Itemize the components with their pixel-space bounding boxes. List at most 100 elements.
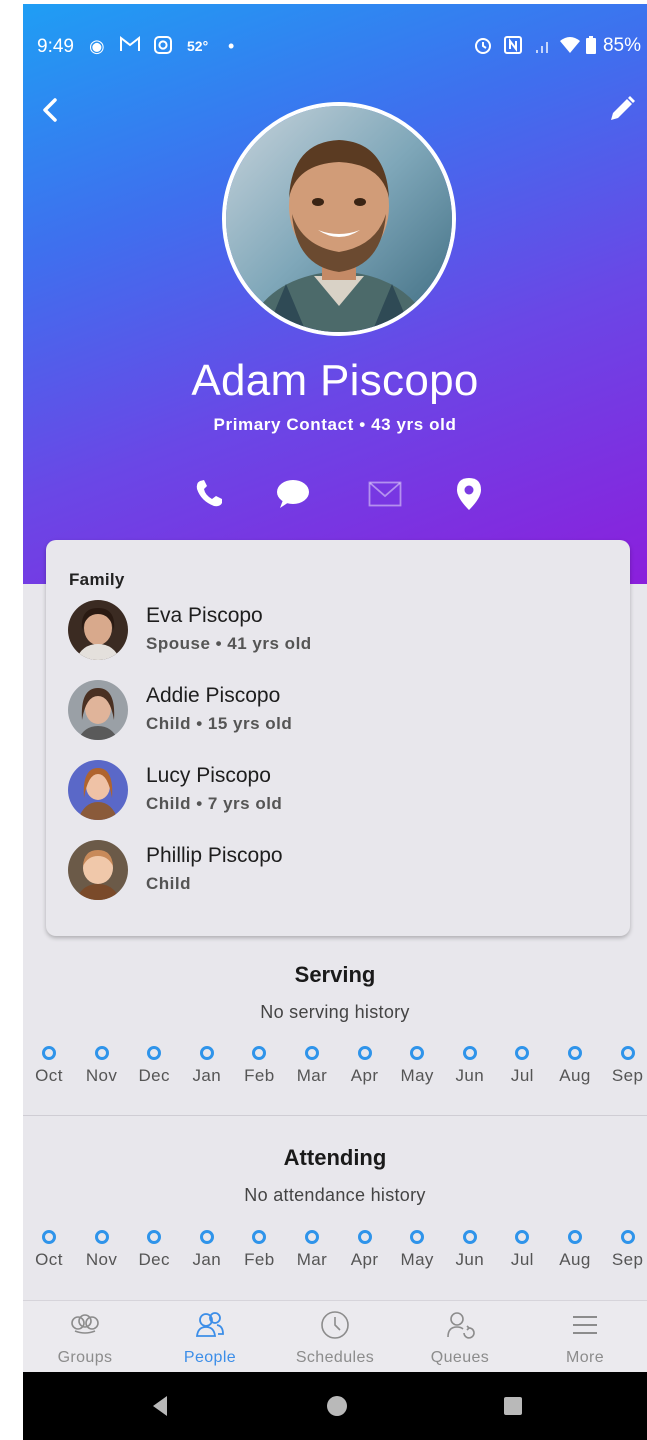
family-member-addie[interactable]: Addie Piscopo Child • 15 yrs old [68, 680, 608, 744]
member-role: Spouse • 41 yrs old [146, 634, 312, 653]
status-bar: 9:49 ◉ 52° • 85% [23, 4, 647, 84]
month-label: Nov [85, 1066, 118, 1085]
alarm-icon [473, 35, 493, 60]
month-mar: Mar [286, 1230, 338, 1270]
nav-label: Queues [430, 1349, 490, 1366]
system-home-button[interactable] [323, 1392, 351, 1420]
month-dec: Dec [128, 1046, 180, 1086]
status-temperature: 52° [187, 38, 209, 54]
serving-empty-text: No serving history [260, 1002, 410, 1022]
contact-actions [23, 472, 647, 516]
nav-people[interactable]: People [148, 1301, 272, 1373]
month-jul: Jul [496, 1230, 548, 1270]
month-apr: Apr [339, 1046, 391, 1086]
month-jun: Jun [444, 1230, 496, 1270]
nav-schedules[interactable]: Schedules [273, 1301, 397, 1373]
month-label: Jul [510, 1250, 534, 1269]
month-label: May [400, 1066, 434, 1085]
month-label: Dec [138, 1250, 170, 1269]
month-label: Oct [35, 1250, 63, 1269]
edit-button[interactable] [605, 92, 639, 126]
member-avatar [68, 680, 128, 740]
chevron-left-icon [43, 98, 57, 122]
family-member-lucy[interactable]: Lucy Piscopo Child • 7 yrs old [68, 760, 608, 824]
month-dec: Dec [128, 1230, 180, 1270]
month-indicator-dot [147, 1230, 162, 1244]
attending-empty-text: No attendance history [244, 1185, 426, 1205]
nav-label: People [183, 1349, 237, 1366]
profile-header: 9:49 ◉ 52° • 85% Adam Piscopo Primary Co… [23, 4, 647, 584]
month-label: Jun [455, 1250, 485, 1269]
month-indicator-dot [252, 1230, 267, 1244]
month-nov: Nov [76, 1230, 128, 1270]
family-member-eva[interactable]: Eva Piscopo Spouse • 41 yrs old [68, 600, 608, 664]
month-apr: Apr [339, 1230, 391, 1270]
month-label: Oct [35, 1066, 63, 1085]
member-avatar [68, 840, 128, 900]
month-label: Nov [85, 1250, 118, 1269]
system-back-button[interactable] [147, 1392, 175, 1420]
month-aug: Aug [549, 1230, 601, 1270]
pencil-icon [611, 96, 635, 120]
month-jun: Jun [444, 1046, 496, 1086]
member-name: Lucy Piscopo [146, 764, 271, 787]
month-label: Aug [559, 1250, 591, 1269]
month-indicator-dot [42, 1046, 56, 1060]
month-feb: Feb [233, 1230, 285, 1270]
month-jan: Jan [181, 1046, 233, 1086]
profile-screen: 9:49 ◉ 52° • 85% Adam Piscopo Primary Co… [23, 4, 647, 1440]
month-indicator-dot [462, 1230, 477, 1244]
call-button[interactable] [187, 472, 231, 516]
message-button[interactable] [271, 472, 315, 516]
profile-avatar [222, 102, 456, 336]
battery-icon [585, 35, 597, 60]
system-navigation-bar [23, 1372, 647, 1440]
month-indicator-dot [147, 1046, 162, 1060]
month-label: May [400, 1250, 434, 1269]
wifi-icon [559, 35, 581, 60]
month-label: Sep [611, 1250, 644, 1269]
month-label: Sep [611, 1066, 644, 1085]
month-indicator-dot [305, 1046, 319, 1060]
notification-dot-icon: • [228, 36, 235, 56]
attending-title: Attending [283, 1145, 387, 1170]
member-name: Eva Piscopo [146, 604, 263, 627]
family-card: Family Eva Piscopo Spouse • 41 yrs old A… [46, 540, 630, 936]
month-indicator-dot [410, 1046, 425, 1060]
serving-timeline: Oct Nov Dec Jan Feb Mar Apr May Jun Jul Aug Sep [23, 1046, 647, 1096]
month-indicator-dot [515, 1230, 530, 1244]
nav-label: Groups [57, 1349, 113, 1366]
month-label: Feb [244, 1250, 275, 1269]
month-may: May [391, 1230, 443, 1270]
battery-percent: 85% [602, 35, 641, 56]
gmail-icon [119, 35, 141, 58]
month-jan: Jan [181, 1230, 233, 1270]
month-indicator-dot [94, 1046, 109, 1060]
people-icon [195, 1312, 224, 1337]
month-label: Jul [510, 1066, 534, 1085]
member-avatar [68, 760, 128, 820]
month-label: Apr [350, 1250, 379, 1269]
nav-queues[interactable]: Queues [398, 1301, 522, 1373]
month-indicator-dot [620, 1230, 635, 1244]
month-sep: Sep [602, 1230, 647, 1270]
location-button[interactable] [447, 472, 491, 516]
clock-icon [321, 1311, 349, 1339]
section-divider [23, 1115, 647, 1116]
month-label: Mar [296, 1250, 328, 1269]
email-button[interactable] [363, 472, 407, 516]
member-name: Phillip Piscopo [146, 844, 283, 867]
nav-more[interactable]: More [523, 1301, 647, 1373]
envelope-icon [368, 481, 402, 507]
family-member-phillip[interactable]: Phillip Piscopo Child [68, 840, 608, 904]
system-recents-button[interactable] [499, 1392, 527, 1420]
signal-icon [533, 35, 553, 60]
back-button[interactable] [33, 92, 69, 128]
month-indicator-dot [357, 1046, 372, 1060]
month-indicator-dot [515, 1046, 530, 1060]
month-indicator-dot [462, 1046, 477, 1060]
month-label: Jan [192, 1250, 222, 1269]
member-role: Child • 15 yrs old [146, 714, 293, 733]
groups-icon [71, 1314, 99, 1334]
nav-groups[interactable]: Groups [23, 1301, 147, 1373]
